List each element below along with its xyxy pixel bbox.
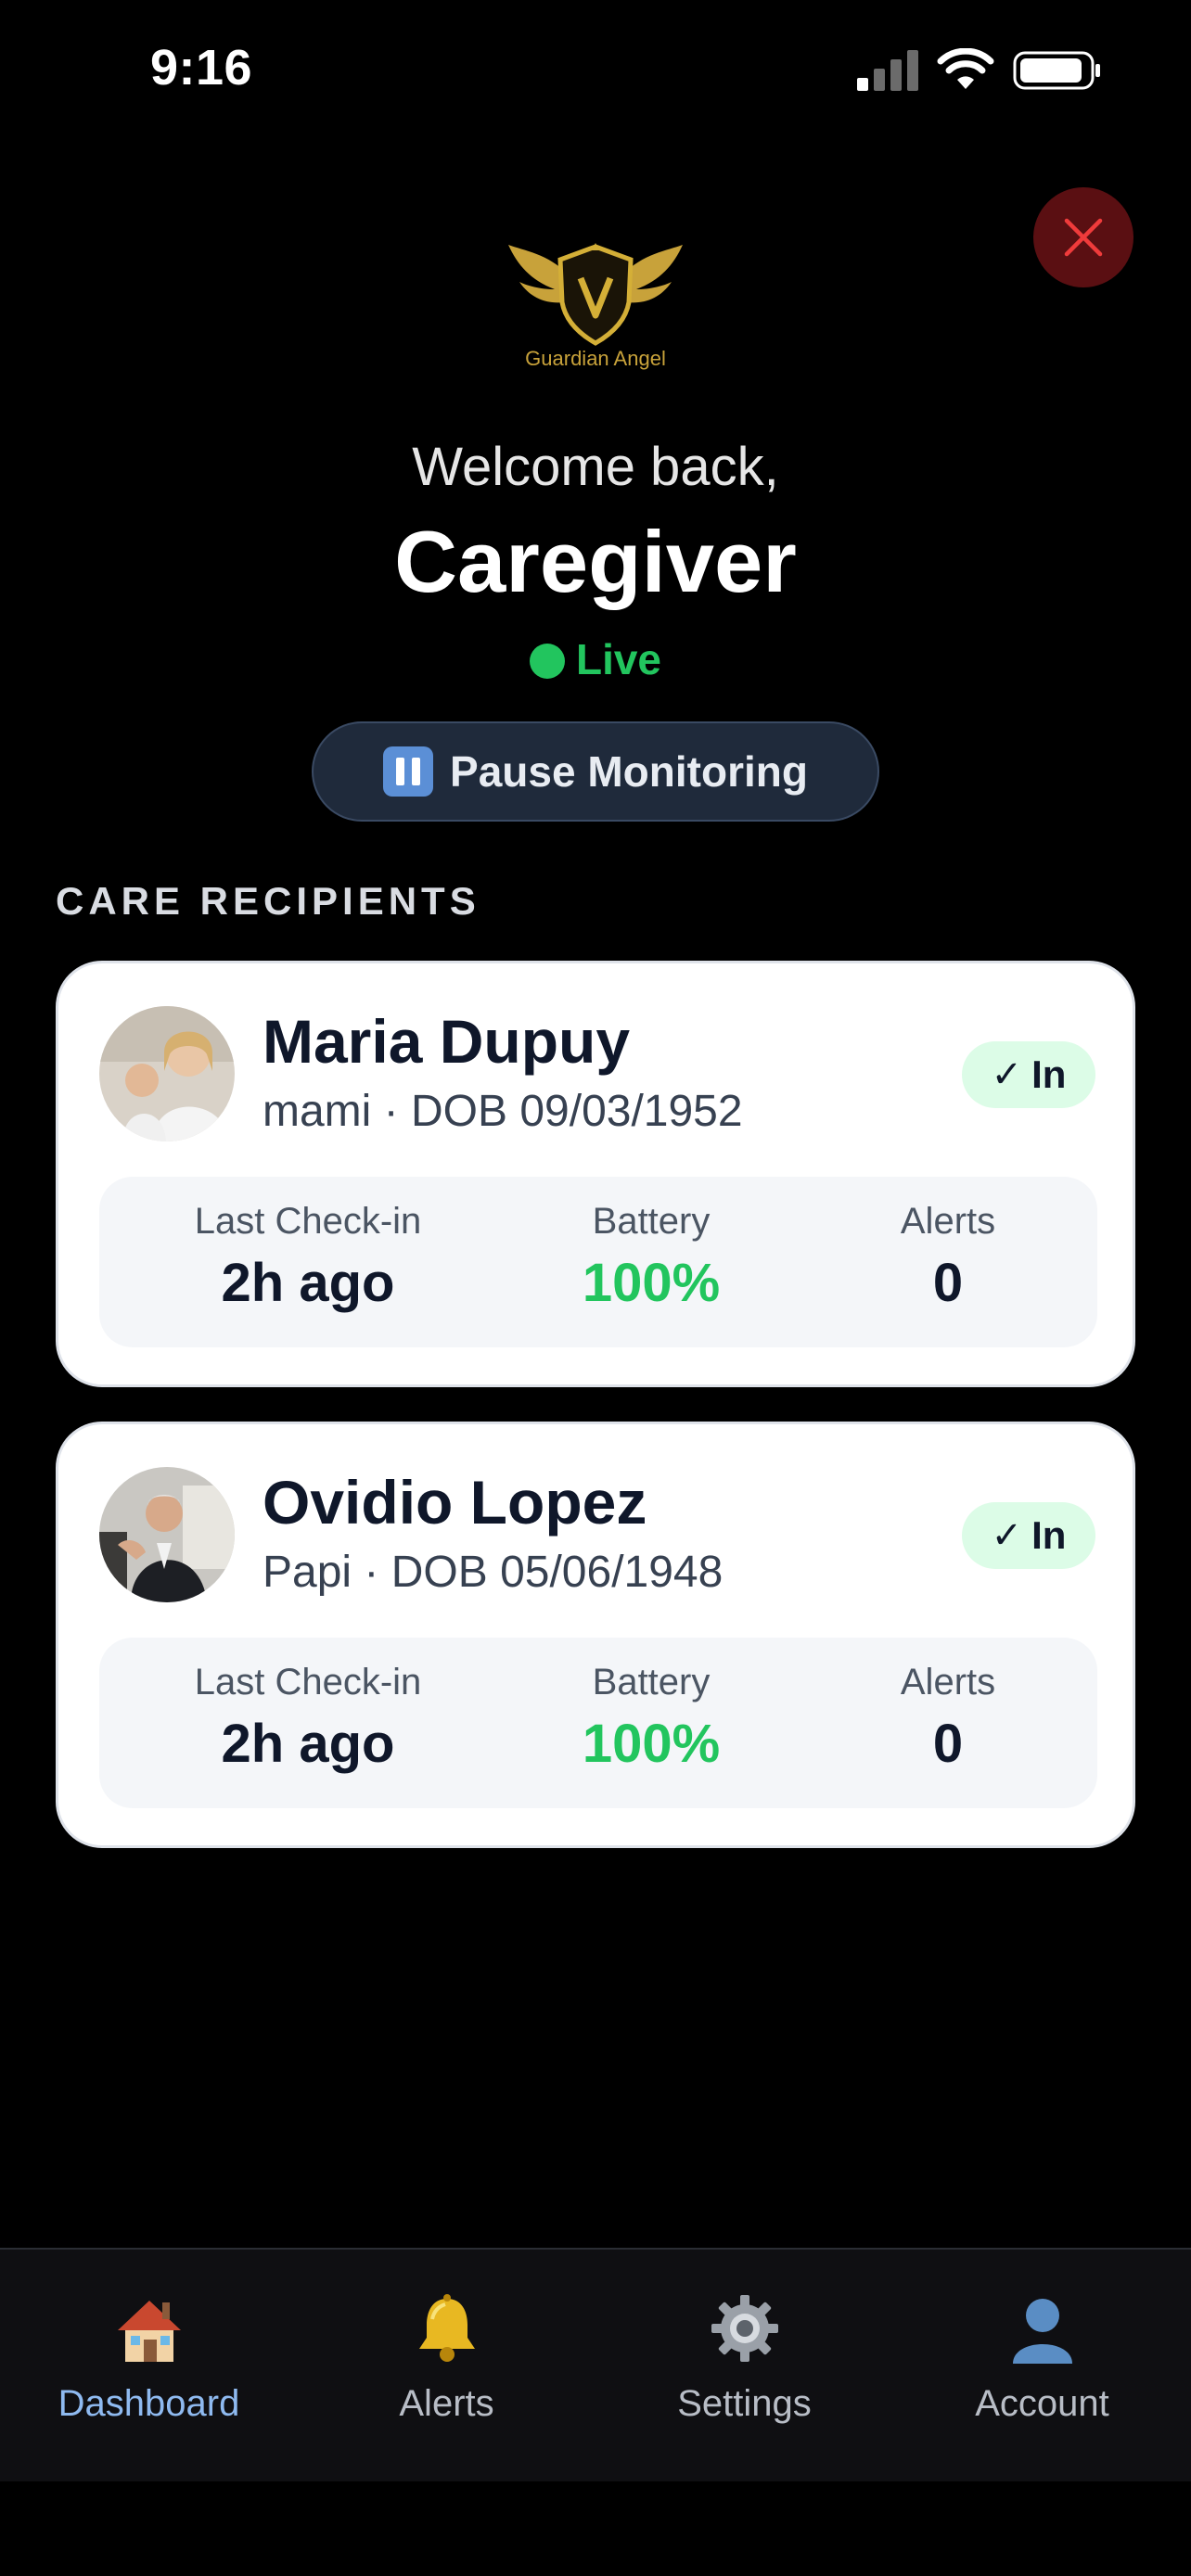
recipient-subtitle: mami · DOB 09/03/1952 <box>263 1087 743 1136</box>
stat-label: Last Check-in <box>194 1662 422 1702</box>
pause-monitoring-label: Pause Monitoring <box>450 747 808 796</box>
check-icon: ✓ <box>991 1054 1023 1095</box>
tab-label: Dashboard <box>58 2383 240 2424</box>
stat-value: 0 <box>932 1253 964 1313</box>
close-button[interactable] <box>1033 187 1133 287</box>
app-logo: Guardian Angel <box>503 237 688 376</box>
stat-label: Battery <box>592 1662 711 1702</box>
logo-text: Guardian Angel <box>525 347 666 370</box>
winged-shield-logo-icon <box>508 243 683 346</box>
status-bar: 9:16 <box>0 0 1191 139</box>
live-status-label: Live <box>575 635 662 683</box>
tab-alerts[interactable]: Alerts <box>298 2287 596 2425</box>
tab-label: Alerts <box>399 2383 494 2424</box>
live-dot-icon <box>529 644 565 679</box>
person-icon <box>893 2287 1191 2370</box>
pause-icon <box>383 746 434 797</box>
stat-last-checkin: Last Check-in 2h ago <box>127 1662 489 1775</box>
recipient-card[interactable]: Ovidio Lopez Papi · DOB 05/06/1948 ✓ In L… <box>56 1422 1135 1848</box>
avatar <box>99 1467 235 1602</box>
tab-dashboard[interactable]: Dashboard <box>0 2287 298 2425</box>
tab-settings[interactable]: Settings <box>596 2287 893 2425</box>
recipient-subtitle: Papi · DOB 05/06/1948 <box>263 1548 724 1597</box>
welcome-text: Welcome back, <box>412 437 779 497</box>
stats-panel: Last Check-in 2h ago Battery 100% Alerts… <box>99 1638 1097 1808</box>
stat-alerts: Alerts 0 <box>823 1201 1073 1314</box>
stat-value: 0 <box>932 1714 964 1774</box>
gear-icon <box>596 2287 893 2370</box>
stat-battery: Battery 100% <box>507 1201 795 1314</box>
bell-icon <box>298 2287 596 2370</box>
stat-value: 100% <box>582 1714 721 1774</box>
tab-account[interactable]: Account <box>893 2287 1191 2425</box>
stat-battery: Battery 100% <box>507 1662 795 1775</box>
close-icon <box>1064 218 1103 257</box>
tab-label: Account <box>975 2383 1109 2424</box>
house-icon <box>0 2287 298 2370</box>
recipient-card[interactable]: Maria Dupuy mami · DOB 09/03/1952 ✓ In La… <box>56 961 1135 1387</box>
stat-value: 2h ago <box>221 1253 395 1313</box>
stat-last-checkin: Last Check-in 2h ago <box>127 1201 489 1314</box>
stat-label: Alerts <box>900 1201 996 1242</box>
wifi-icon <box>937 48 994 89</box>
user-name: Caregiver <box>394 513 797 610</box>
status-badge: ✓ In <box>962 1502 1095 1569</box>
section-title: CARE RECIPIENTS <box>56 879 480 923</box>
stat-value: 100% <box>582 1253 721 1313</box>
stat-alerts: Alerts 0 <box>823 1662 1073 1775</box>
pause-monitoring-button[interactable]: Pause Monitoring <box>312 721 879 822</box>
stats-panel: Last Check-in 2h ago Battery 100% Alerts… <box>99 1177 1097 1347</box>
tab-bar: Dashboard Alerts Settings Account <box>0 2248 1191 2481</box>
recipient-name: Maria Dupuy <box>263 1007 631 1076</box>
recipient-name: Ovidio Lopez <box>263 1468 647 1537</box>
stat-label: Alerts <box>900 1662 996 1702</box>
live-status: Live <box>0 634 1191 684</box>
status-time: 9:16 <box>150 40 253 96</box>
tab-label: Settings <box>677 2383 812 2424</box>
cellular-signal-icon <box>857 50 918 91</box>
stat-value: 2h ago <box>221 1714 395 1774</box>
status-badge: ✓ In <box>962 1041 1095 1108</box>
check-icon: ✓ <box>991 1515 1023 1556</box>
avatar <box>99 1006 235 1141</box>
status-badge-label: In <box>1031 1052 1067 1096</box>
status-badge-label: In <box>1031 1513 1067 1557</box>
stat-label: Last Check-in <box>194 1201 422 1242</box>
stat-label: Battery <box>592 1201 711 1242</box>
battery-icon <box>1013 51 1100 90</box>
